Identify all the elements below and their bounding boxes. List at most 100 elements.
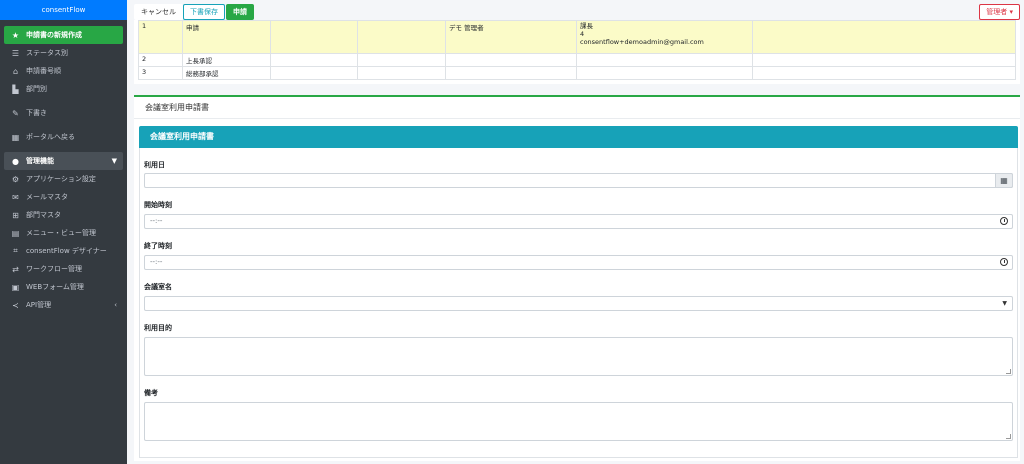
list-icon: ☰ (11, 48, 20, 58)
sidebar-item-label: ステータス別 (26, 49, 68, 57)
sidebar-item-by-status[interactable]: ☰ ステータス別 (4, 44, 123, 62)
start-time-label: 開始時刻 (144, 201, 172, 209)
designer-icon: ⌗ (13, 246, 18, 255)
usage-date-label: 利用日 (144, 161, 165, 169)
notes-textarea[interactable] (144, 402, 1013, 441)
step-number: 3 (138, 66, 183, 80)
room-name-label: 会議室名 (144, 283, 172, 291)
application-form-card: 会議室利用申請書 会議室利用申請書 利用日 ▦ 開始時刻 --:-- 終了時刻 … (134, 95, 1020, 461)
purpose-label: 利用目的 (144, 324, 172, 332)
form-section-header: 会議室利用申請書 (139, 126, 1018, 148)
share-icon: ≺ (12, 300, 19, 310)
brand-logo[interactable]: consentFlow (0, 0, 127, 20)
chevron-left-icon: ‹ (114, 301, 117, 309)
sidebar-item-by-department[interactable]: ▙ 部門別 (4, 80, 123, 98)
step-number: 2 (138, 53, 183, 67)
inbox-icon: ⌂ (12, 66, 19, 76)
clock-icon[interactable] (1000, 258, 1008, 266)
approver-info (576, 66, 753, 80)
approver-info: 課長 4 consentflow+demoadmin@gmail.com (576, 20, 753, 54)
sidebar-admin-header-label: 管理機能 (26, 157, 54, 165)
sidebar-item-label: ポータルへ戻る (26, 133, 75, 141)
purpose-textarea[interactable] (144, 337, 1013, 376)
end-time-value: --:-- (150, 258, 163, 266)
sidebar-item-label: consentFlow デザイナー (26, 247, 107, 255)
table-cell (357, 20, 446, 54)
sidebar-item-label: 部門別 (26, 85, 47, 93)
sidebar-item-api[interactable]: ≺ API管理 ‹ (4, 296, 123, 314)
edit-icon: ✎ (12, 108, 19, 118)
building-icon: ▦ (11, 132, 20, 142)
user-menu-button[interactable]: 管理者 ▾ (979, 4, 1020, 20)
table-cell (270, 66, 358, 80)
sidebar-admin-header[interactable]: ● 管理機能 ▼ (4, 152, 123, 170)
user-gear-icon: ● (12, 156, 19, 166)
submit-button[interactable]: 申請 (226, 4, 254, 20)
sidebar-item-designer[interactable]: ⌗ consentFlow デザイナー (4, 242, 123, 260)
sidebar-item-label: 部門マスタ (26, 211, 61, 219)
sidebar-item-label: WEBフォーム管理 (26, 283, 84, 291)
resize-handle-icon[interactable] (1006, 369, 1011, 374)
star-icon: ★ (11, 30, 20, 40)
sidebar-item-dept-master[interactable]: ⊞ 部門マスタ (4, 206, 123, 224)
gear-icon: ⚙ (11, 174, 20, 184)
toolbar: キャンセル 下書保存 申請 管理者 ▾ (132, 3, 1020, 20)
start-time-input[interactable]: --:-- (144, 214, 1013, 229)
table-cell (357, 53, 446, 67)
approval-route-table: 1 申請 デモ 管理者 課長 4 consentflow+demoadmin@g… (138, 20, 1016, 80)
end-time-input[interactable]: --:-- (144, 255, 1013, 270)
bar-chart-icon: ▙ (12, 84, 19, 94)
cancel-button[interactable]: キャンセル (134, 4, 183, 20)
step-name: 総務部承認 (182, 66, 271, 80)
sidebar-item-label: API管理 (26, 301, 52, 309)
form-section-body: 利用日 ▦ 開始時刻 --:-- 終了時刻 --:-- 会議室名 ▼ 利用目的 … (139, 148, 1018, 458)
workflow-icon: ⇄ (12, 264, 19, 274)
table-icon: ▤ (11, 228, 20, 238)
sidebar-item-drafts[interactable]: ✎ 下書き (4, 104, 123, 122)
sidebar-item-label: ワークフロー管理 (26, 265, 82, 273)
sidebar-item-portal[interactable]: ▦ ポータルへ戻る (4, 128, 123, 146)
sidebar-item-label: メニュー・ビュー管理 (26, 229, 96, 237)
sidebar-item-mail-master[interactable]: ✉ メールマスタ (4, 188, 123, 206)
calendar-icon[interactable]: ▦ (995, 173, 1013, 188)
chevron-down-icon: ▼ (1002, 300, 1007, 307)
table-cell (752, 53, 1016, 67)
table-cell (752, 20, 1016, 54)
sidebar-item-menu-view[interactable]: ▤ メニュー・ビュー管理 (4, 224, 123, 242)
sidebar-item-webform[interactable]: ▣ WEBフォーム管理 (4, 278, 123, 296)
save-draft-button[interactable]: 下書保存 (183, 4, 225, 20)
sidebar-item-workflow[interactable]: ⇄ ワークフロー管理 (4, 260, 123, 278)
sitemap-icon: ⊞ (12, 210, 19, 220)
notes-label: 備考 (144, 389, 158, 397)
sidebar-item-label: メールマスタ (26, 193, 68, 201)
table-cell (270, 53, 358, 67)
sidebar: consentFlow ★ 申請書の新規作成 ☰ ステータス別 ⌂ 申請番号順 … (0, 0, 127, 464)
mail-icon: ✉ (12, 192, 19, 202)
sidebar-item-label: アプリケーション設定 (26, 175, 96, 183)
approver-info (576, 53, 753, 67)
table-row: 2 上長承認 (138, 53, 1016, 67)
sidebar-item-label: 申請番号順 (26, 67, 61, 75)
step-name: 上長承認 (182, 53, 271, 67)
room-name-select[interactable]: ▼ (144, 296, 1013, 311)
resize-handle-icon[interactable] (1006, 434, 1011, 439)
step-name: 申請 (182, 20, 271, 54)
sidebar-item-label: 申請書の新規作成 (26, 31, 82, 39)
chevron-down-icon: ▼ (111, 157, 117, 165)
approver-name: デモ 管理者 (445, 20, 577, 54)
approver-name (445, 66, 577, 80)
sidebar-item-new-application[interactable]: ★ 申請書の新規作成 (4, 26, 123, 44)
usage-date-input[interactable]: ▦ (144, 173, 1013, 188)
approver-name (445, 53, 577, 67)
form-icon: ▣ (11, 282, 20, 292)
clock-icon[interactable] (1000, 217, 1008, 225)
sidebar-item-app-settings[interactable]: ⚙ アプリケーション設定 (4, 170, 123, 188)
table-cell (357, 66, 446, 80)
table-cell (270, 20, 358, 54)
approval-route-card: 1 申請 デモ 管理者 課長 4 consentflow+demoadmin@g… (134, 20, 1020, 84)
sidebar-item-by-number[interactable]: ⌂ 申請番号順 (4, 62, 123, 80)
sidebar-nav: ★ 申請書の新規作成 ☰ ステータス別 ⌂ 申請番号順 ▙ 部門別 ✎ 下書き … (0, 20, 127, 314)
step-number: 1 (138, 20, 183, 54)
table-cell (752, 66, 1016, 80)
sidebar-item-label: 下書き (26, 109, 47, 117)
